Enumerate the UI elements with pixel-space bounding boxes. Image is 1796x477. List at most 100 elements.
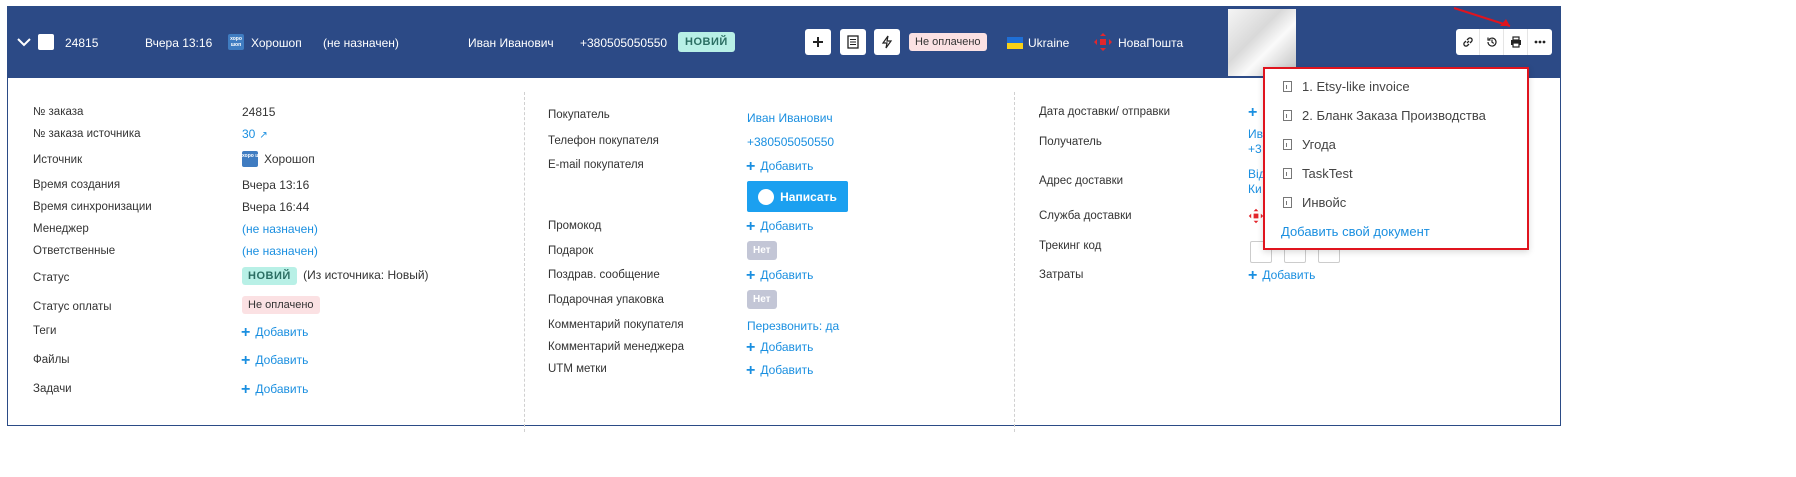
order-toolbar — [1456, 29, 1552, 55]
add-greeting-button[interactable]: + Добавить — [746, 267, 813, 284]
label-buyer-phone: Телефон покупателя — [548, 135, 659, 147]
plus-icon: + — [241, 352, 251, 369]
chat-icon — [758, 188, 775, 205]
status-badge[interactable]: НОВИЙ — [242, 267, 297, 285]
customer-name[interactable]: Иван Иванович — [468, 36, 554, 50]
print-item-invoice[interactable]: Инвойс — [1283, 195, 1346, 210]
value-source-order-no[interactable]: 30 ↗ — [242, 127, 268, 141]
label-recipient: Получатель — [1039, 136, 1102, 148]
manager-name[interactable]: (не назначен) — [323, 36, 399, 50]
add-button[interactable] — [805, 29, 831, 55]
gift-toggle[interactable]: Нет — [747, 241, 777, 260]
add-tag-button[interactable]: + Добавить — [241, 324, 308, 341]
order-select-checkbox[interactable] — [38, 34, 54, 50]
value-status: НОВИЙ (Из источника: Новый) — [242, 267, 429, 285]
label-files: Файлы — [33, 354, 70, 366]
label-address: Адрес доставки — [1039, 175, 1124, 187]
label-source-order-no: № заказа источника — [33, 128, 141, 140]
print-icon — [1510, 36, 1521, 48]
label-synced: Время синхронизации — [33, 201, 152, 213]
document-icon — [1283, 168, 1292, 179]
value-order-no: 24815 — [242, 105, 276, 119]
label-utm: UTM метки — [548, 363, 607, 375]
order-created: Вчера 13:16 — [145, 36, 213, 50]
status-note: (Из источника: Новый) — [303, 268, 429, 282]
value-created: Вчера 13:16 — [242, 178, 310, 192]
print-button[interactable] — [1504, 29, 1528, 55]
link-button[interactable] — [1456, 29, 1480, 55]
value-responsible[interactable]: (не назначен) — [242, 244, 318, 258]
document-icon — [1283, 197, 1292, 208]
order-id: 24815 — [65, 36, 99, 50]
add-email-button[interactable]: + Добавить — [746, 159, 813, 175]
status-badge[interactable]: НОВИЙ — [678, 32, 735, 52]
add-custom-document-link[interactable]: Добавить свой документ — [1281, 224, 1430, 239]
document-icon — [847, 35, 859, 49]
label-buyer-comment: Комментарий покупателя — [548, 319, 684, 331]
add-cost-button[interactable]: + Добавить — [1248, 268, 1315, 284]
print-item-agreement[interactable]: Угода — [1283, 137, 1336, 152]
payment-status-badge[interactable]: Не оплачено — [242, 296, 320, 314]
plus-icon: + — [1248, 104, 1258, 121]
carrier: НоваПошта — [1118, 36, 1184, 50]
plus-icon — [813, 37, 823, 47]
add-manager-comment-button[interactable]: + Добавить — [746, 340, 813, 356]
column-divider — [1014, 92, 1015, 432]
nova-poshta-icon — [1094, 33, 1112, 51]
value-manager[interactable]: (не назначен) — [242, 222, 318, 236]
label-tracking: Трекинг код — [1039, 240, 1102, 252]
add-file-button[interactable]: + Добавить — [241, 352, 308, 369]
label-tasks: Задачи — [33, 383, 72, 395]
label-delivery-service: Служба доставки — [1039, 210, 1132, 222]
more-icon — [1534, 40, 1546, 44]
lightning-icon — [881, 35, 893, 49]
customer-phone[interactable]: +380505050550 — [580, 36, 667, 50]
label-delivery-date: Дата доставки/ отправки — [1039, 106, 1170, 118]
history-button[interactable] — [1480, 29, 1504, 55]
value-synced: Вчера 16:44 — [242, 200, 310, 214]
label-order-no: № заказа — [33, 106, 84, 118]
lightning-button[interactable] — [874, 29, 900, 55]
ukraine-flag-icon — [1007, 37, 1023, 49]
source-logo: хоро шоп — [228, 34, 244, 50]
wrap-toggle[interactable]: Нет — [747, 290, 777, 309]
plus-icon: + — [746, 267, 756, 284]
print-item-etsy-invoice[interactable]: 1. Etsy-like invoice — [1283, 79, 1410, 94]
value-recipient-phone[interactable]: +3 — [1248, 142, 1262, 156]
product-thumbnail[interactable] — [1228, 9, 1296, 76]
label-greeting: Поздрав. сообщение — [548, 269, 660, 281]
payment-status-badge[interactable]: Не оплачено — [909, 33, 987, 51]
label-status: Статус — [33, 272, 70, 284]
plus-icon: + — [746, 362, 756, 379]
nova-poshta-icon — [1248, 208, 1264, 224]
value-buyer-comment[interactable]: Перезвонить: да — [747, 319, 839, 333]
label-responsible: Ответственные — [33, 245, 116, 257]
document-button[interactable] — [840, 29, 866, 55]
label-tags: Теги — [33, 325, 57, 337]
add-delivery-date-button[interactable]: + — [1248, 104, 1262, 121]
value-recipient-name[interactable]: Ив — [1248, 127, 1263, 141]
label-gift: Подарок — [548, 245, 594, 257]
label-wrap: Подарочная упаковка — [548, 294, 664, 306]
plus-icon: + — [241, 324, 251, 341]
document-icon — [1283, 110, 1292, 121]
value-payment: Не оплачено — [242, 296, 320, 314]
country: Ukraine — [1028, 36, 1070, 50]
label-costs: Затраты — [1039, 269, 1084, 281]
value-buyer[interactable]: Иван Иванович — [747, 111, 833, 125]
plus-icon: + — [241, 381, 251, 398]
print-item-tasktest[interactable]: TaskTest — [1283, 166, 1353, 181]
chevron-down-icon[interactable] — [16, 34, 32, 50]
link-icon — [1462, 37, 1473, 47]
write-message-button[interactable]: Написать — [747, 181, 848, 212]
print-item-production-form[interactable]: 2. Бланк Заказа Производства — [1283, 108, 1486, 123]
value-buyer-phone[interactable]: +380505050550 — [747, 135, 834, 149]
external-link-icon: ↗ — [259, 130, 268, 141]
add-promo-button[interactable]: + Добавить — [746, 219, 813, 235]
add-task-button[interactable]: + Добавить — [241, 381, 308, 398]
add-utm-button[interactable]: + Добавить — [746, 362, 813, 379]
value-address-line2[interactable]: Ки — [1248, 182, 1262, 196]
history-icon — [1486, 37, 1497, 47]
source-name: Хорошоп — [251, 36, 302, 50]
more-button[interactable] — [1528, 29, 1552, 55]
